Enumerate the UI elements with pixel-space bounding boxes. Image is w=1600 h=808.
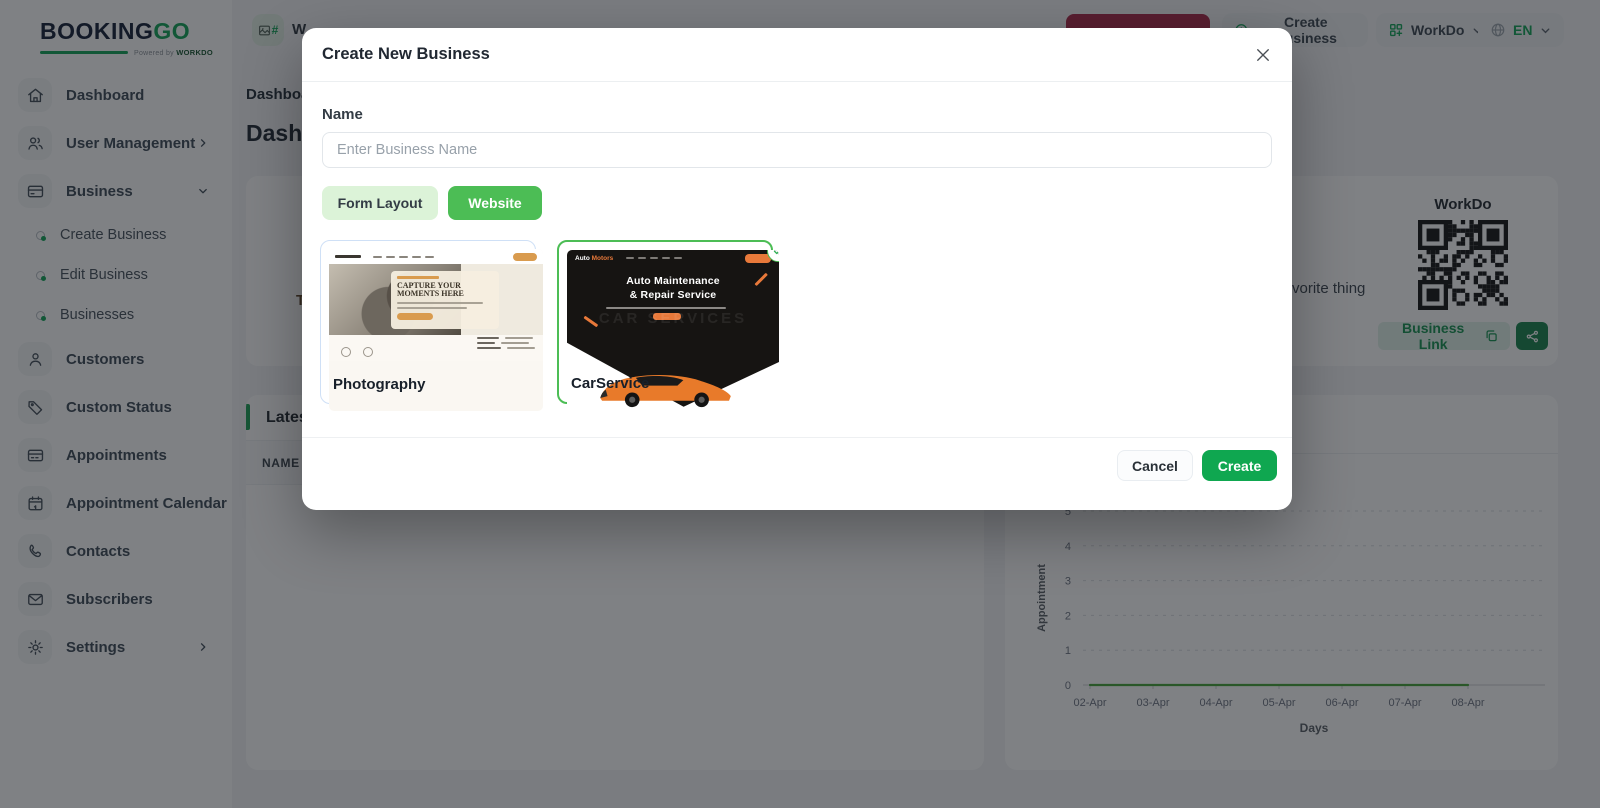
name-field-label: Name [322, 106, 363, 123]
tab-website[interactable]: Website [448, 186, 542, 220]
business-name-input[interactable] [322, 132, 1272, 168]
divider [302, 437, 1292, 438]
modal-header: Create New Business [302, 28, 1292, 82]
photography-thumb-heading: CAPTURE YOUR MOMENTS HERE [397, 282, 473, 300]
template-label-carservice: CarService [571, 375, 649, 392]
carservice-heading-line1: Auto Maintenance [567, 275, 779, 287]
carservice-watermark: CAR SERVICES [567, 310, 779, 327]
cancel-button[interactable]: Cancel [1117, 450, 1193, 481]
thumb-cta-pill [513, 253, 537, 261]
close-button[interactable] [1252, 44, 1274, 66]
carservice-heading-line2: & Repair Service [567, 289, 779, 301]
check-icon [772, 250, 779, 257]
template-card-carservice[interactable]: Auto Motors Auto Maintenance & Repair Se… [557, 240, 773, 404]
create-new-business-modal: Create New Business Name Form Layout Web… [302, 28, 1292, 510]
close-icon [1254, 46, 1272, 64]
template-card-photography[interactable]: CAPTURE YOUR MOMENTS HERE Photography [320, 240, 536, 404]
tab-form-layout[interactable]: Form Layout [322, 186, 438, 220]
modal-title: Create New Business [322, 45, 490, 64]
template-label-photography: Photography [333, 376, 426, 393]
thumb-button-pill [397, 313, 433, 320]
create-button[interactable]: Create [1202, 450, 1277, 481]
